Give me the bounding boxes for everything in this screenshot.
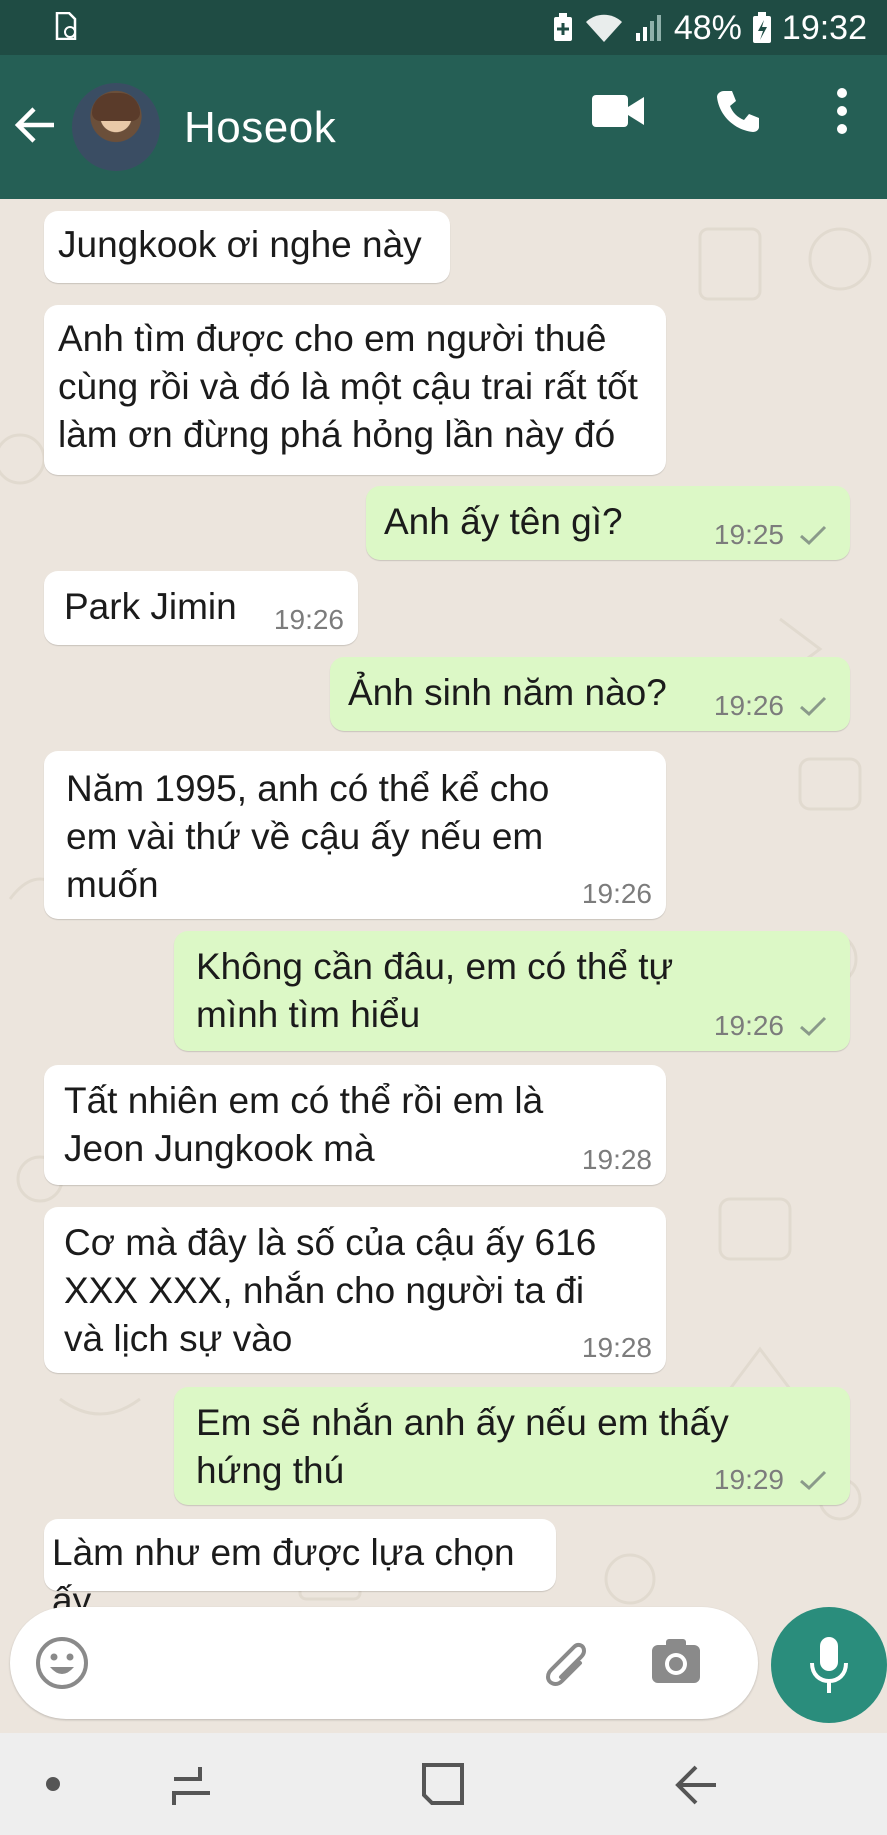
avatar[interactable]	[72, 83, 160, 171]
message-text: Năm 1995, anh có thể kể cho em vài thứ v…	[66, 768, 550, 905]
message-bubble-incoming[interactable]: Park Jimin 19:26	[44, 571, 358, 645]
message-bubble-outgoing[interactable]: Ảnh sinh năm nào? 19:26	[330, 657, 850, 731]
message-text: Anh tìm được cho em người thuê cùng rồi …	[58, 318, 638, 455]
sent-tick-icon	[800, 1470, 827, 1491]
clock: 19:32	[781, 8, 867, 47]
phone-icon[interactable]	[714, 87, 762, 135]
more-vert-icon[interactable]	[834, 87, 850, 135]
message-text: Park Jimin	[64, 586, 237, 627]
sent-tick-icon	[800, 696, 827, 717]
message-bubble-incoming[interactable]: Anh tìm được cho em người thuê cùng rồi …	[44, 305, 666, 475]
message-time: 19:26	[581, 878, 652, 909]
message-meta: 19:26	[274, 605, 344, 635]
message-bubble-incoming[interactable]: Cơ mà đây là số của cậu ấy 616 XXX XXX, …	[44, 1207, 666, 1373]
video-call-icon[interactable]	[590, 93, 646, 129]
message-text: Anh ấy tên gì?	[384, 501, 623, 542]
message-bubble-outgoing[interactable]: Anh ấy tên gì? 19:25	[366, 486, 850, 560]
message-time: 19:26	[713, 690, 784, 721]
message-text: Em sẽ nhắn anh ấy nếu em thấy hứng thú	[196, 1402, 729, 1491]
message-time: 19:25	[713, 519, 784, 550]
message-meta: 19:25	[714, 520, 828, 550]
recents-icon[interactable]	[170, 1763, 214, 1809]
home-icon[interactable]	[420, 1761, 466, 1807]
message-time: 19:28	[581, 1144, 652, 1175]
message-time: 19:26	[713, 1010, 784, 1041]
message-bubble-incoming[interactable]: Làm như em được lựa chọn ấy	[44, 1519, 556, 1611]
wifi-icon	[585, 14, 622, 42]
message-meta: 19:28	[582, 1333, 652, 1363]
status-bar: 48% 19:32	[0, 0, 887, 55]
back-arrow-icon[interactable]	[14, 103, 58, 147]
sent-tick-icon	[800, 1016, 827, 1037]
status-right: 48% 19:32	[552, 6, 867, 50]
message-bubble-incoming[interactable]: Jungkook ơi nghe này	[44, 211, 450, 283]
message-list[interactable]: Jungkook ơi nghe này Anh tìm được cho em…	[0, 199, 887, 1611]
system-nav-bar	[0, 1733, 887, 1835]
nav-dot-icon[interactable]	[44, 1775, 62, 1793]
message-meta: 19:26	[714, 691, 828, 721]
battery-percent: 48%	[673, 8, 742, 47]
message-text: Tất nhiên em có thể rồi em là Jeon Jungk…	[64, 1080, 544, 1169]
attach-icon[interactable]	[540, 1633, 596, 1693]
message-input[interactable]	[110, 1635, 534, 1693]
battery-icon	[752, 12, 771, 43]
message-text: Cơ mà đây là số của cậu ấy 616 XXX XXX, …	[64, 1222, 597, 1359]
message-meta: 19:28	[582, 1145, 652, 1175]
message-time: 19:29	[713, 1464, 784, 1495]
message-time: 19:26	[273, 604, 344, 635]
message-bubble-outgoing[interactable]: Không cần đâu, em có thể tự mình tìm hiể…	[174, 931, 850, 1051]
message-text: Không cần đâu, em có thể tự mình tìm hiể…	[196, 946, 674, 1035]
message-text: Jungkook ơi nghe này	[58, 224, 422, 265]
message-bubble-incoming[interactable]: Năm 1995, anh có thể kể cho em vài thứ v…	[44, 751, 666, 919]
message-bubble-incoming[interactable]: Tất nhiên em có thể rồi em là Jeon Jungk…	[44, 1065, 666, 1185]
sent-tick-icon	[800, 525, 827, 546]
chat-header: Hoseok	[0, 55, 887, 199]
emoji-icon[interactable]	[34, 1635, 90, 1691]
message-meta: 19:29	[714, 1465, 828, 1495]
message-bubble-outgoing[interactable]: Em sẽ nhắn anh ấy nếu em thấy hứng thú 1…	[174, 1387, 850, 1505]
mic-button[interactable]	[771, 1607, 887, 1723]
signal-icon	[635, 15, 661, 41]
sim-card-icon	[55, 12, 77, 40]
contact-name[interactable]: Hoseok	[184, 103, 336, 153]
mic-icon	[810, 1637, 848, 1693]
message-meta: 19:26	[582, 879, 652, 909]
message-meta: 19:26	[714, 1011, 828, 1041]
back-icon[interactable]	[672, 1763, 718, 1807]
message-text: Ảnh sinh năm nào?	[348, 672, 667, 713]
message-input-bar[interactable]	[10, 1607, 758, 1719]
camera-icon[interactable]	[650, 1637, 702, 1685]
message-time: 19:28	[581, 1332, 652, 1363]
battery-saver-icon	[553, 13, 572, 41]
